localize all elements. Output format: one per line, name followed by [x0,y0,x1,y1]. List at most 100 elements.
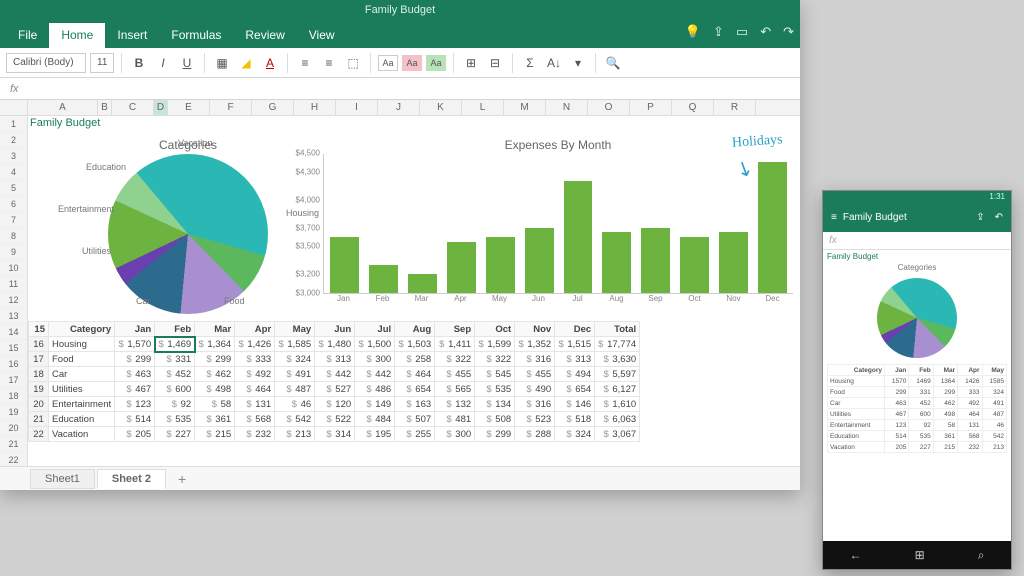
phone-formula-bar[interactable]: fx [823,232,1011,250]
redo-icon[interactable]: ↷ [783,24,794,40]
autosum-button[interactable]: Σ [520,53,540,73]
fill-color-button[interactable]: ◢ [236,53,256,73]
col-head-B[interactable]: B [98,100,112,115]
undo-icon[interactable]: ↶ [760,24,771,40]
col-head-P[interactable]: P [630,100,672,115]
style-normal[interactable]: Aa [378,55,398,71]
col-head-C[interactable]: C [112,100,154,115]
row-head-1[interactable]: 1 [0,116,27,132]
data-table[interactable]: 15CategoryJanFebMarAprMayJunJulAugSepOct… [28,321,640,442]
titlebar: Family Budget [0,0,800,20]
sheet-tab-sheet1[interactable]: Sheet1 [30,469,95,489]
row-head-10[interactable]: 10 [0,260,27,276]
col-head-R[interactable]: R [714,100,756,115]
phone-undo-icon[interactable]: ↶ [995,212,1003,223]
menu-tab-review[interactable]: Review [233,23,296,48]
col-head-D[interactable]: D [154,100,168,115]
col-head-J[interactable]: J [378,100,420,115]
merge-button[interactable]: ⬚ [343,53,363,73]
bar [680,237,709,293]
align-center-button[interactable]: ≡ [319,53,339,73]
sheet-tab-sheet2[interactable]: Sheet 2 [97,469,166,489]
document-title: Family Budget [365,4,435,16]
phone-grid[interactable]: Family Budget Categories CategoryJanFebM… [823,250,1011,541]
bar-chart[interactable]: Expenses By Month Holidays ↘ $3,000$3,20… [323,138,793,313]
row-head-18[interactable]: 18 [0,388,27,404]
bulb-icon[interactable]: 💡 [685,24,701,40]
col-head-M[interactable]: M [504,100,546,115]
menu-tab-view[interactable]: View [297,23,347,48]
pie-chart[interactable]: Categories Vacation Education Entertainm… [58,138,318,314]
filter-button[interactable]: ▾ [568,53,588,73]
phone-menu-icon[interactable]: ≡ [831,212,837,223]
style-good[interactable]: Aa [426,55,446,71]
row-head-17[interactable]: 17 [0,372,27,388]
col-head-G[interactable]: G [252,100,294,115]
row-head-13[interactable]: 13 [0,308,27,324]
menu-tab-home[interactable]: Home [49,23,105,48]
column-headers[interactable]: ABCDEFGHIJKLMNOPQR [0,100,800,116]
pie-label-utilities: Utilities [82,246,111,256]
find-button[interactable]: 🔍 [603,53,623,73]
menu-tab-insert[interactable]: Insert [105,23,159,48]
notebook-icon[interactable]: ▭ [736,24,748,40]
phone-windows-icon[interactable]: ⊞ [915,548,925,562]
row-head-3[interactable]: 3 [0,148,27,164]
col-head-Q[interactable]: Q [672,100,714,115]
phone-search-icon[interactable]: ⌕ [978,548,985,563]
style-bad[interactable]: Aa [402,55,422,71]
border-button[interactable]: ▦ [212,53,232,73]
italic-button[interactable]: I [153,53,173,73]
col-head-A[interactable]: A [28,100,98,115]
col-head-E[interactable]: E [168,100,210,115]
phone-share-icon[interactable]: ⇪ [976,212,984,223]
font-name-box[interactable]: Calibri (Body) [6,53,86,73]
underline-button[interactable]: U [177,53,197,73]
row-head-19[interactable]: 19 [0,404,27,420]
menu-tab-formulas[interactable]: Formulas [159,23,233,48]
row-headers[interactable]: 12345678910111213141516171819202122 [0,116,28,466]
font-size-box[interactable]: 11 [90,53,114,73]
row-head-12[interactable]: 12 [0,292,27,308]
spreadsheet-grid[interactable]: ABCDEFGHIJKLMNOPQR 123456789101112131415… [0,100,800,466]
row-head-21[interactable]: 21 [0,436,27,452]
formula-bar[interactable]: fx [0,78,800,100]
insert-cells-button[interactable]: ⊞ [461,53,481,73]
col-head-L[interactable]: L [462,100,504,115]
row-head-6[interactable]: 6 [0,196,27,212]
row-head-14[interactable]: 14 [0,324,27,340]
col-head-I[interactable]: I [336,100,378,115]
sort-button[interactable]: A↓ [544,53,564,73]
col-head-K[interactable]: K [420,100,462,115]
phone-back-icon[interactable]: ← [850,548,862,562]
col-head-N[interactable]: N [546,100,588,115]
align-left-button[interactable]: ≡ [295,53,315,73]
row-head-7[interactable]: 7 [0,212,27,228]
col-head-O[interactable]: O [588,100,630,115]
row-head-8[interactable]: 8 [0,228,27,244]
row-head-20[interactable]: 20 [0,420,27,436]
row-head-22[interactable]: 22 [0,452,27,466]
row-head-15[interactable]: 15 [0,340,27,356]
row-head-11[interactable]: 11 [0,276,27,292]
row-head-5[interactable]: 5 [0,180,27,196]
col-head-F[interactable]: F [210,100,252,115]
phone-table[interactable]: CategoryJanFebMarAprMayHousing1570146913… [827,364,1007,453]
bold-button[interactable]: B [129,53,149,73]
row-head-4[interactable]: 4 [0,164,27,180]
cells-area[interactable]: Family Budget Categories Vacation Educat… [28,116,800,466]
sheet-title-cell[interactable]: Family Budget [30,117,100,129]
row-head-9[interactable]: 9 [0,244,27,260]
delete-cells-button[interactable]: ⊟ [485,53,505,73]
col-head-H[interactable]: H [294,100,336,115]
share-icon[interactable]: ⇪ [713,24,724,40]
font-color-button[interactable]: A [260,53,280,73]
bar [486,237,515,293]
menu-tab-file[interactable]: File [6,23,49,48]
pie-label-entertainment: Entertainment [58,204,114,214]
row-head-16[interactable]: 16 [0,356,27,372]
bar [369,265,398,293]
row-head-2[interactable]: 2 [0,132,27,148]
pie-label-housing: Housing [286,208,319,218]
add-sheet-button[interactable]: + [168,468,196,490]
